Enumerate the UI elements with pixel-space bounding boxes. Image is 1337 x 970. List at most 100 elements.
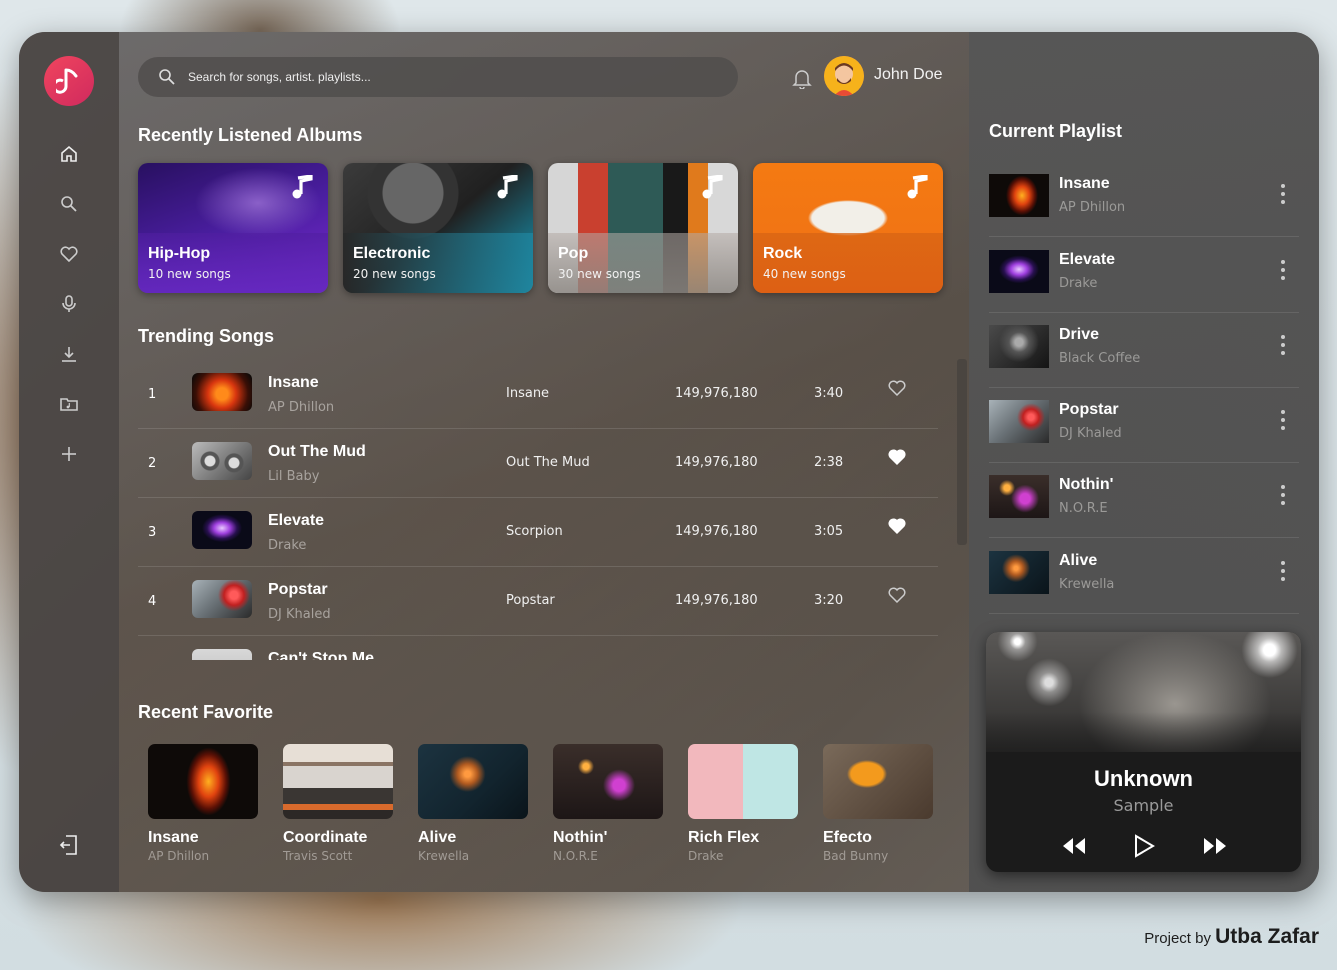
favorite-item[interactable]: Insane AP Dhillon [148,744,260,863]
sidebar-item-add[interactable] [57,442,81,466]
track-title[interactable]: Elevate [268,512,324,530]
heart-filled-icon[interactable] [887,516,907,536]
track-album: Scorpion [506,524,563,539]
music-note-icon [56,68,78,94]
heart-icon [60,246,78,263]
list-item[interactable]: Nothin' N.O.R.E [989,463,1299,538]
download-icon [62,347,76,362]
playlist-title: Insane [1059,175,1110,192]
track-artist[interactable]: DJ Khaled [268,607,331,622]
favorite-artist: AP Dhillon [148,849,210,863]
playlist-artist: AP Dhillon [1059,200,1126,215]
album-genre: Pop [558,245,589,262]
heart-outline-icon[interactable] [887,585,907,605]
table-row[interactable]: 3 Elevate Drake Scorpion 149,976,180 3:0… [138,498,938,567]
favorite-item[interactable]: Alive Krewella [418,744,530,863]
user-avatar-icon [824,56,864,96]
list-item[interactable]: Elevate Drake [989,238,1299,313]
playlist-artist: Drake [1059,276,1098,291]
avatar[interactable] [824,56,864,96]
heart-outline-icon[interactable] [887,378,907,398]
app-logo[interactable] [44,56,94,106]
logout-button[interactable] [57,833,81,857]
search-input[interactable] [188,70,708,84]
more-vertical-icon[interactable] [1279,559,1287,583]
playlist-cover [989,325,1049,368]
sidebar-item-favorites[interactable] [57,242,81,266]
sidebar-item-downloads[interactable] [57,342,81,366]
more-vertical-icon[interactable] [1279,182,1287,206]
sidebar-item-search[interactable] [57,192,81,216]
list-item[interactable]: Alive Krewella [989,539,1299,614]
list-item[interactable]: Insane AP Dhillon [989,162,1299,237]
search-bar[interactable] [138,57,738,97]
playlist-cover [989,551,1049,594]
sidebar-item-home[interactable] [57,142,81,166]
track-title[interactable]: Insane [268,374,319,392]
table-row[interactable]: 1 Insane AP Dhillon Insane 149,976,180 3… [138,360,938,429]
more-vertical-icon[interactable] [1279,483,1287,507]
album-genre: Hip-Hop [148,245,211,262]
search-icon [61,196,77,212]
track-album: Out The Mud [506,455,590,470]
now-playing-card: Unknown Sample [986,632,1301,872]
favorite-cover [283,744,393,819]
track-number: 4 [148,594,157,609]
fast-forward-icon[interactable] [1202,834,1228,858]
music-note-icon [907,175,928,199]
favorite-item[interactable]: Coordinate Travis Scott [283,744,395,863]
play-icon[interactable] [1132,834,1156,858]
credit-prefix: Project by [1144,930,1211,947]
favorite-artist: Drake [688,849,724,863]
rewind-icon[interactable] [1061,834,1087,858]
sidebar [19,32,119,892]
sidebar-item-mic[interactable] [57,292,81,316]
album-card-pop[interactable]: Pop 30 new songs [548,163,738,293]
track-number: 3 [148,525,157,540]
trending-list: 1 Insane AP Dhillon Insane 149,976,180 3… [138,360,938,660]
album-count: 20 new songs [353,267,436,281]
list-item[interactable]: Drive Black Coffee [989,313,1299,388]
heart-filled-icon[interactable] [887,447,907,467]
track-title[interactable]: Can't Stop Me [268,650,374,660]
bell-icon [792,70,812,90]
track-artist[interactable]: AP Dhillon [268,400,334,415]
album-card-electronic[interactable]: Electronic 20 new songs [343,163,533,293]
favorite-cover [553,744,663,819]
notifications-button[interactable] [792,67,812,90]
favorite-artist: Krewella [418,849,470,863]
playlist-title: Nothin' [1059,476,1114,493]
table-row[interactable]: 2 Out The Mud Lil Baby Out The Mud 149,9… [138,429,938,498]
table-row[interactable]: Can't Stop Me [138,636,938,660]
music-note-icon [702,175,723,199]
track-title[interactable]: Out The Mud [268,443,366,461]
more-vertical-icon[interactable] [1279,258,1287,282]
music-folder-icon [60,398,78,411]
favorite-title: Insane [148,829,199,846]
album-genre: Electronic [353,245,431,262]
track-title[interactable]: Popstar [268,581,328,599]
user-name[interactable]: John Doe [874,66,943,84]
favorite-item[interactable]: Efecto Bad Bunny [823,744,935,863]
playlist-title: Popstar [1059,401,1119,418]
track-artist[interactable]: Drake [268,538,306,553]
trending-scrollbar[interactable] [957,359,967,545]
track-plays: 149,976,180 [675,455,758,470]
album-card-rock[interactable]: Rock 40 new songs [753,163,943,293]
album-genre: Rock [763,245,803,262]
album-card-hiphop[interactable]: Hip-Hop 10 new songs [138,163,328,293]
track-artist[interactable]: Lil Baby [268,469,319,484]
playlist-title: Drive [1059,326,1100,343]
favorite-item[interactable]: Rich Flex Drake [688,744,800,863]
more-vertical-icon[interactable] [1279,333,1287,357]
playlist-title: Elevate [1059,251,1116,268]
credit-author: Utba Zafar [1215,925,1319,948]
sidebar-item-library[interactable] [57,392,81,416]
favorite-artist: Bad Bunny [823,849,889,863]
favorite-item[interactable]: Nothin' N.O.R.E [553,744,665,863]
more-vertical-icon[interactable] [1279,408,1287,432]
track-album: Popstar [506,593,555,608]
table-row[interactable]: 4 Popstar DJ Khaled Popstar 149,976,180 … [138,567,938,636]
list-item[interactable]: Popstar DJ Khaled [989,388,1299,463]
playlist-artist: Krewella [1059,577,1115,592]
